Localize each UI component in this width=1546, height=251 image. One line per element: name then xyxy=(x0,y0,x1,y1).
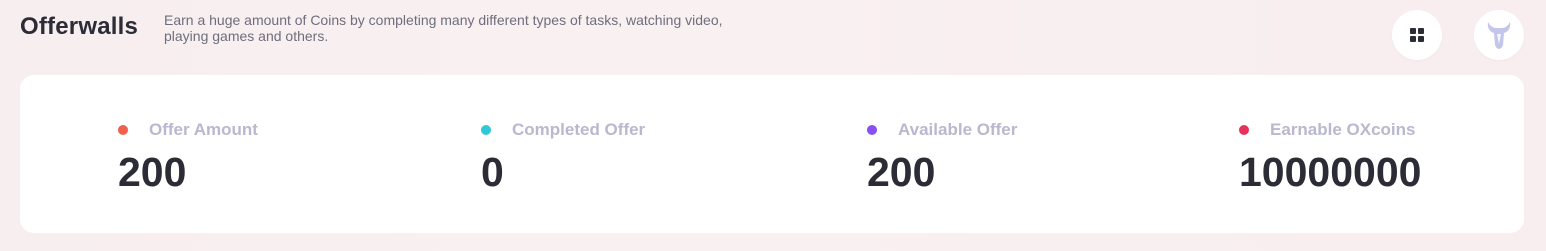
page-header: Offerwalls Earn a huge amount of Coins b… xyxy=(20,10,1526,60)
stat-label: Completed Offer xyxy=(512,120,646,139)
stat-value: 10000000 xyxy=(1239,149,1422,195)
stat-label: Earnable OXcoins xyxy=(1270,120,1416,139)
page-description: Earn a huge amount of Coins by completin… xyxy=(164,12,723,44)
page-title: Offerwalls xyxy=(20,13,139,40)
status-dot xyxy=(118,125,128,135)
bull-logo-icon xyxy=(1487,22,1511,49)
grid-view-button[interactable] xyxy=(1392,10,1442,60)
stat-label: Available Offer xyxy=(898,120,1018,139)
stat-value: 0 xyxy=(481,149,504,195)
status-dot xyxy=(867,125,877,135)
offer-stats-card: Offer Amount 200 Completed Offer 0 Avail… xyxy=(20,75,1524,233)
stat-value: 200 xyxy=(118,149,187,195)
status-dot xyxy=(481,125,491,135)
stat-label: Offer Amount xyxy=(149,120,258,139)
grid-icon xyxy=(1410,28,1424,42)
status-dot xyxy=(1239,125,1249,135)
stat-value: 200 xyxy=(867,149,936,195)
profile-logo-button[interactable] xyxy=(1474,10,1524,60)
